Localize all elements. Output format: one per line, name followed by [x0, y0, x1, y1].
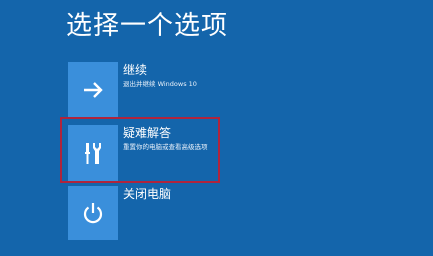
troubleshoot-description: 重置你的电脑或查看高级选项	[123, 143, 208, 151]
shutdown-option[interactable]: 关闭电脑	[68, 186, 368, 240]
continue-tile[interactable]	[68, 62, 118, 118]
troubleshoot-label: 疑难解答	[123, 126, 172, 140]
power-icon	[83, 203, 103, 224]
continue-description: 退出并继续 Windows 10	[123, 80, 197, 88]
shutdown-label: 关闭电脑	[123, 187, 172, 201]
continue-option[interactable]: 继续 退出并继续 Windows 10	[68, 62, 368, 118]
tools-icon	[85, 143, 101, 164]
troubleshoot-tile[interactable]	[68, 125, 118, 181]
troubleshoot-option[interactable]: 疑难解答 重置你的电脑或查看高级选项	[68, 125, 368, 181]
arrow-right-icon	[84, 82, 103, 98]
shutdown-tile[interactable]	[68, 186, 118, 240]
continue-label: 继续	[123, 63, 148, 77]
page-title: 选择一个选项	[66, 11, 229, 41]
